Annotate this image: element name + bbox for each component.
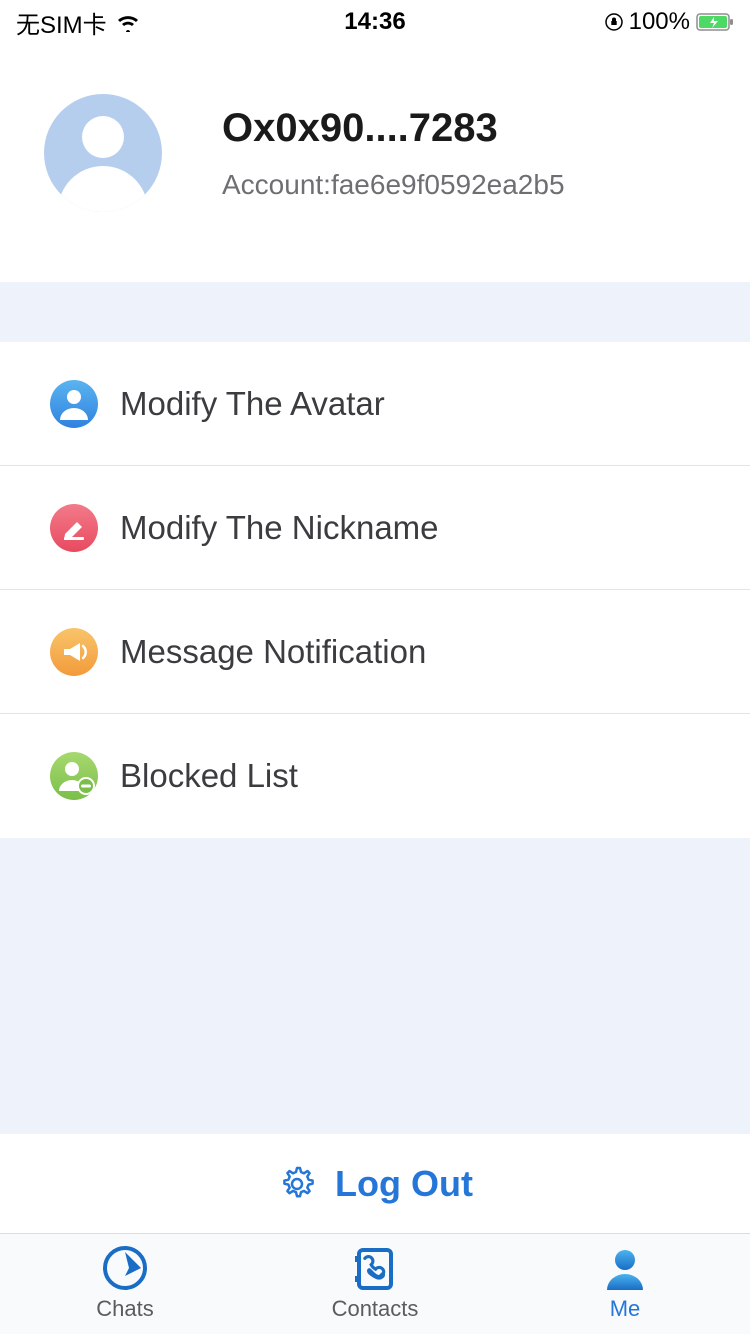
profile-text: Ox0x90....7283 Account:fae6e9f0592ea2b5 <box>222 106 565 201</box>
me-icon <box>599 1246 651 1292</box>
gear-icon <box>277 1164 317 1204</box>
person-icon <box>50 380 98 428</box>
tab-contacts[interactable]: Contacts <box>250 1234 500 1334</box>
tab-chats-label: Chats <box>96 1296 153 1322</box>
orientation-lock-icon <box>605 13 623 31</box>
modify-avatar-label: Modify The Avatar <box>120 385 385 423</box>
battery-text: 100% <box>629 8 690 36</box>
tab-me-label: Me <box>610 1296 641 1322</box>
modify-nickname-item[interactable]: Modify The Nickname <box>0 466 750 590</box>
logout-button[interactable]: Log Out <box>0 1134 750 1234</box>
chats-icon <box>99 1246 151 1292</box>
avatar <box>44 94 162 212</box>
contacts-icon <box>349 1246 401 1292</box>
settings-menu: Modify The Avatar Modify The Nickname Me… <box>0 342 750 838</box>
battery-icon <box>696 13 734 31</box>
logout-label: Log Out <box>335 1163 473 1205</box>
tab-contacts-label: Contacts <box>332 1296 419 1322</box>
megaphone-icon <box>50 628 98 676</box>
display-name: Ox0x90....7283 <box>222 106 565 151</box>
tab-chats[interactable]: Chats <box>0 1234 250 1334</box>
status-left: 无SIM卡 <box>16 5 141 40</box>
modify-avatar-item[interactable]: Modify The Avatar <box>0 342 750 466</box>
blocked-user-icon <box>50 752 98 800</box>
carrier-text: 无SIM卡 <box>16 5 107 40</box>
wifi-icon <box>115 12 141 32</box>
blocked-list-label: Blocked List <box>120 757 298 795</box>
tab-me[interactable]: Me <box>500 1234 750 1334</box>
message-notification-label: Message Notification <box>120 633 426 671</box>
edit-icon <box>50 504 98 552</box>
blocked-list-item[interactable]: Blocked List <box>0 714 750 838</box>
account-value: fae6e9f0592ea2b5 <box>331 169 565 200</box>
status-right: 100% <box>605 8 734 36</box>
tab-bar: Chats Contacts Me <box>0 1234 750 1334</box>
message-notification-item[interactable]: Message Notification <box>0 590 750 714</box>
status-bar: 无SIM卡 14:36 100% <box>0 0 750 44</box>
profile-header[interactable]: Ox0x90....7283 Account:fae6e9f0592ea2b5 <box>0 44 750 282</box>
status-time: 14:36 <box>344 8 405 36</box>
modify-nickname-label: Modify The Nickname <box>120 509 439 547</box>
section-gap <box>0 282 750 342</box>
account-prefix: Account: <box>222 169 331 200</box>
spacer <box>0 838 750 1134</box>
account-line: Account:fae6e9f0592ea2b5 <box>222 169 565 201</box>
